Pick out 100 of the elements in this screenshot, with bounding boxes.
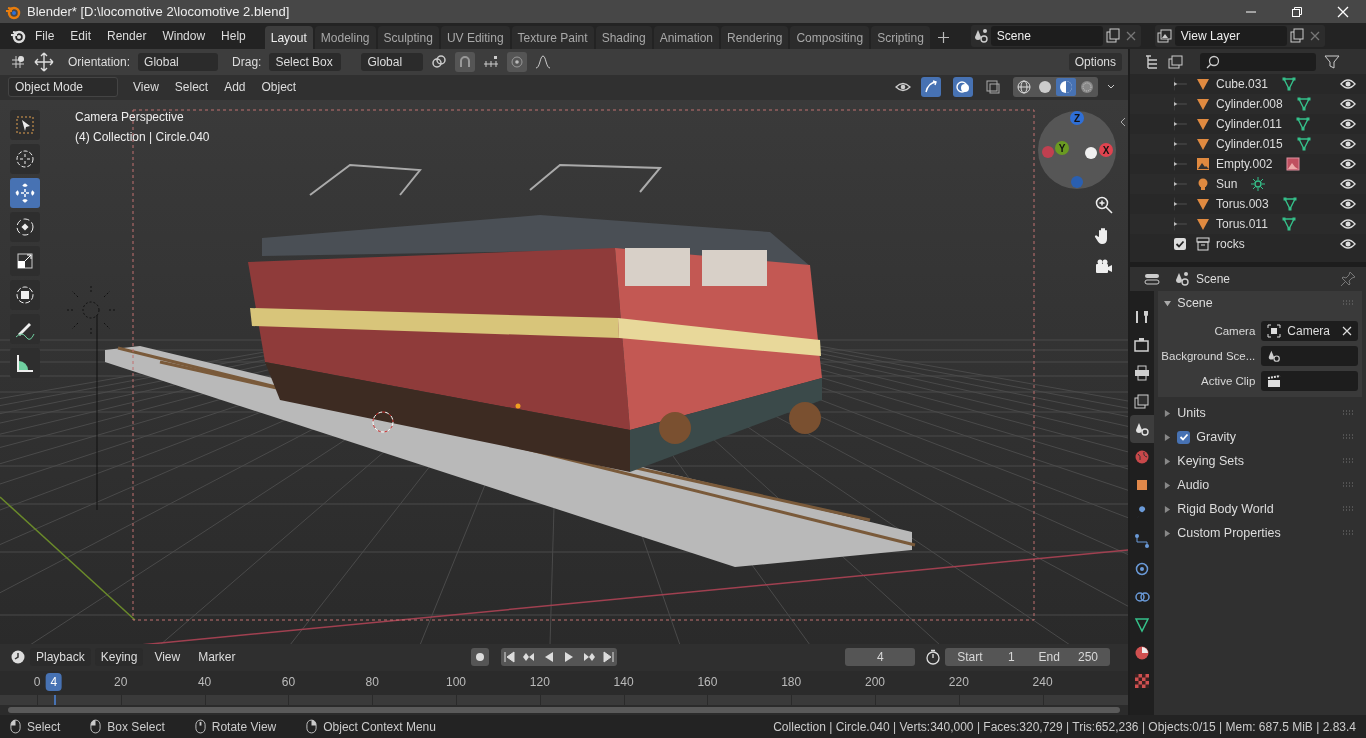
value-field[interactable] bbox=[1261, 346, 1358, 366]
blender-logo-icon[interactable] bbox=[10, 28, 26, 44]
eye-icon[interactable] bbox=[1340, 198, 1356, 210]
scene-field[interactable]: Scene bbox=[990, 26, 1103, 46]
copy-icon[interactable] bbox=[1288, 28, 1305, 44]
outliner-item[interactable]: Sun bbox=[1216, 177, 1238, 191]
clock-icon[interactable] bbox=[10, 649, 26, 666]
menu-item[interactable]: Render bbox=[100, 26, 154, 46]
outliner-item[interactable]: Cylinder.011 bbox=[1216, 117, 1282, 131]
menu-item[interactable]: Select bbox=[167, 77, 216, 98]
select-box-icon[interactable] bbox=[10, 109, 40, 140]
xray-icon[interactable] bbox=[985, 79, 1001, 96]
add-workspace-icon[interactable] bbox=[937, 32, 949, 43]
collapsed-arrow-icon[interactable] bbox=[1164, 433, 1172, 441]
next-keyframe-icon[interactable] bbox=[582, 651, 595, 664]
drag-dropdown[interactable]: Select Box bbox=[269, 52, 342, 71]
menu-item[interactable]: Window bbox=[155, 26, 213, 46]
menu-item[interactable]: View bbox=[126, 77, 166, 98]
workspace-tab[interactable]: Modeling bbox=[314, 26, 376, 49]
close-icon[interactable] bbox=[1337, 5, 1349, 18]
menu-item[interactable]: Add bbox=[217, 77, 253, 98]
outliner-item[interactable]: Cylinder.008 bbox=[1216, 97, 1283, 111]
axis-handle[interactable] bbox=[1085, 146, 1097, 159]
eye-icon[interactable] bbox=[1340, 218, 1356, 230]
workspace-tab[interactable]: Layout bbox=[264, 26, 313, 49]
expanded-arrow-icon[interactable] bbox=[1164, 299, 1172, 307]
sun-icon[interactable] bbox=[1251, 177, 1266, 191]
jump-end-icon[interactable] bbox=[602, 651, 615, 664]
collapsed-arrow-icon[interactable] bbox=[1164, 457, 1172, 465]
playhead[interactable]: 4 bbox=[45, 673, 63, 691]
workspace-tab[interactable]: Shading bbox=[595, 26, 652, 49]
drag-handle-icon[interactable] bbox=[1342, 410, 1354, 416]
panel-title[interactable]: Gravity bbox=[1196, 430, 1236, 444]
orientation-dropdown[interactable]: Global bbox=[138, 52, 219, 71]
transform-icon[interactable] bbox=[10, 279, 40, 310]
jump-start-icon[interactable] bbox=[502, 651, 515, 664]
drag-handle-icon[interactable] bbox=[1342, 300, 1354, 306]
transform-orientation-dropdown[interactable]: Global bbox=[361, 52, 424, 71]
drag-handle-icon[interactable] bbox=[1342, 530, 1354, 536]
gizmo-toggle-icon[interactable] bbox=[921, 77, 941, 98]
workspace-tab[interactable]: UV Editing bbox=[440, 26, 510, 49]
search-field[interactable] bbox=[1200, 52, 1316, 71]
options-dropdown[interactable]: Options bbox=[1068, 52, 1122, 71]
display-mode-icon[interactable] bbox=[1144, 53, 1160, 70]
editor-type-icon[interactable] bbox=[1144, 271, 1160, 287]
eye-icon[interactable] bbox=[1340, 158, 1356, 170]
record-icon[interactable] bbox=[474, 652, 485, 663]
scale-icon[interactable] bbox=[10, 245, 40, 276]
scrollbar[interactable] bbox=[8, 707, 1120, 713]
scene-icon[interactable] bbox=[972, 28, 989, 44]
eye-icon[interactable] bbox=[1340, 78, 1356, 90]
drag-handle-icon[interactable] bbox=[1342, 506, 1354, 512]
workspace-tab[interactable]: Animation bbox=[653, 26, 720, 49]
mesh-data-icon[interactable] bbox=[1282, 77, 1297, 91]
pencil-icon[interactable] bbox=[10, 313, 40, 344]
snap-increment-icon[interactable] bbox=[483, 53, 500, 70]
menu-item[interactable]: Object bbox=[254, 77, 304, 98]
eye-icon[interactable] bbox=[1340, 238, 1356, 250]
copy-icon[interactable] bbox=[1104, 28, 1121, 44]
stopwatch-icon[interactable] bbox=[925, 649, 942, 666]
drag-handle-icon[interactable] bbox=[1342, 458, 1354, 464]
previous-keyframe-icon[interactable] bbox=[522, 651, 535, 664]
workspace-tab[interactable]: Scripting bbox=[871, 26, 930, 49]
value-field[interactable] bbox=[1261, 371, 1358, 391]
drag-handle-icon[interactable] bbox=[1342, 434, 1354, 440]
cursor-icon[interactable] bbox=[10, 143, 40, 174]
panel-title[interactable]: Rigid Body World bbox=[1177, 502, 1274, 516]
proportional-edit-icon[interactable] bbox=[507, 51, 528, 72]
overlays-icon[interactable] bbox=[953, 77, 973, 98]
outliner-item[interactable]: Torus.003 bbox=[1216, 197, 1269, 211]
eye-icon[interactable] bbox=[1340, 138, 1356, 150]
outliner-item[interactable]: rocks bbox=[1216, 237, 1245, 251]
magnet-icon[interactable] bbox=[455, 51, 476, 72]
ruler-icon[interactable] bbox=[10, 347, 40, 378]
mesh-data-icon[interactable] bbox=[1296, 97, 1311, 111]
menu-item[interactable]: File bbox=[28, 26, 62, 46]
wireframe-sphere-icon[interactable] bbox=[1014, 78, 1034, 97]
mesh-data-icon[interactable] bbox=[1281, 217, 1296, 231]
pivot-icon[interactable] bbox=[431, 53, 448, 70]
drag-handle-icon[interactable] bbox=[1342, 482, 1354, 488]
outliner-item[interactable]: Empty.002 bbox=[1216, 157, 1273, 171]
mesh-data-icon[interactable] bbox=[1296, 137, 1311, 151]
mesh-data-icon[interactable] bbox=[1295, 117, 1310, 131]
move-icon[interactable] bbox=[10, 177, 40, 208]
panel-title[interactable]: Scene bbox=[1177, 296, 1213, 310]
eye-icon[interactable] bbox=[1340, 98, 1356, 110]
view-layer-field[interactable]: View Layer bbox=[1174, 26, 1287, 46]
panel-title[interactable]: Custom Properties bbox=[1177, 526, 1281, 540]
eye-icon[interactable] bbox=[1340, 118, 1356, 130]
collapsed-arrow-icon[interactable] bbox=[1164, 505, 1172, 513]
images-icon[interactable] bbox=[1156, 28, 1173, 44]
collapsed-arrow-icon[interactable] bbox=[1164, 481, 1172, 489]
images-icon[interactable] bbox=[1168, 53, 1184, 70]
outliner-item[interactable]: Cylinder.015 bbox=[1216, 137, 1283, 151]
menu-dropdown[interactable]: Keying bbox=[94, 648, 144, 667]
image-icon[interactable] bbox=[1286, 157, 1301, 171]
collapsed-arrow-icon[interactable] bbox=[1164, 409, 1172, 417]
workspace-tab[interactable]: Texture Paint bbox=[511, 26, 594, 49]
panel-title[interactable]: Audio bbox=[1177, 478, 1210, 492]
value-field[interactable]: Camera bbox=[1261, 321, 1358, 341]
